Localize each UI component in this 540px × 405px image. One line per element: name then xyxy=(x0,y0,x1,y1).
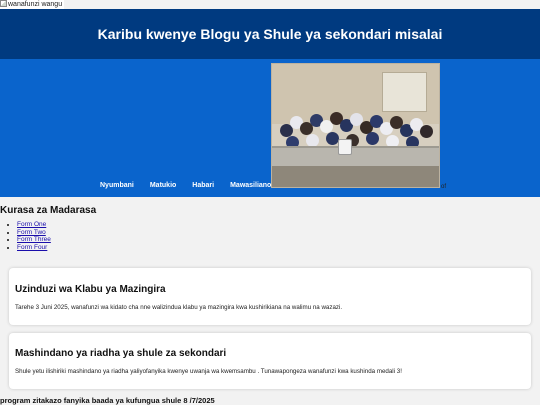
post-body: Tarehe 3 Juni 2025, wanafunzi wa kidato … xyxy=(15,304,343,311)
photo-table xyxy=(272,146,439,166)
class-pages-title: Kurasa za Madarasa xyxy=(0,205,97,216)
post-body: Shule yetu ilishiriki mashindano ya riad… xyxy=(15,368,402,375)
main-nav: of Nyumbani Matukio Habari Mawasiliano xyxy=(0,59,540,197)
class-link-form-three[interactable]: Form Three xyxy=(17,236,51,243)
photo-caption-fragment: of xyxy=(441,184,447,190)
class-link-form-one[interactable]: Form One xyxy=(17,221,46,228)
program-heading: program zitakazo fanyika baada ya kufung… xyxy=(0,396,215,405)
broken-image-icon xyxy=(0,0,7,7)
list-item: Form Two xyxy=(17,229,540,237)
nav-links: Nyumbani Matukio Habari Mawasiliano xyxy=(100,182,287,189)
nav-link-habari[interactable]: Habari xyxy=(192,182,214,189)
nav-link-nyumbani[interactable]: Nyumbani xyxy=(100,182,134,189)
photo-bucket xyxy=(338,139,352,155)
site-title: Karibu kwenye Blogu ya Shule ya sekondar… xyxy=(97,26,443,42)
photo-floor xyxy=(272,166,439,187)
nav-link-matukio[interactable]: Matukio xyxy=(150,182,176,189)
list-item: Form Three xyxy=(17,236,540,244)
list-item: Form Four xyxy=(17,244,540,252)
class-pages-section: Kurasa za Madarasa Form One Form Two For… xyxy=(0,205,540,251)
class-link-form-two[interactable]: Form Two xyxy=(17,229,46,236)
nav-link-mawasiliano[interactable]: Mawasiliano xyxy=(230,182,271,189)
class-pages-list: Form One Form Two Form Three Form Four xyxy=(0,221,540,251)
site-header: Karibu kwenye Blogu ya Shule ya sekondar… xyxy=(0,9,540,59)
students-photo xyxy=(271,63,440,188)
post-card: Mashindano ya riadha ya shule za sekonda… xyxy=(9,333,531,389)
broken-image-alt-text: wanafunzi wangu xyxy=(8,1,63,8)
main-content: Kurasa za Madarasa Form One Form Two For… xyxy=(0,197,540,251)
list-item: Form One xyxy=(17,221,540,229)
class-link-form-four[interactable]: Form Four xyxy=(17,244,47,251)
broken-image-alt: wanafunzi wangu xyxy=(0,0,65,9)
photo-window xyxy=(382,72,427,112)
post-card: Uzinduzi wa Klabu ya Mazingira Tarehe 3 … xyxy=(9,268,531,325)
post-title: Uzinduzi wa Klabu ya Mazingira xyxy=(15,284,166,295)
post-title: Mashindano ya riadha ya shule za sekonda… xyxy=(15,348,227,359)
